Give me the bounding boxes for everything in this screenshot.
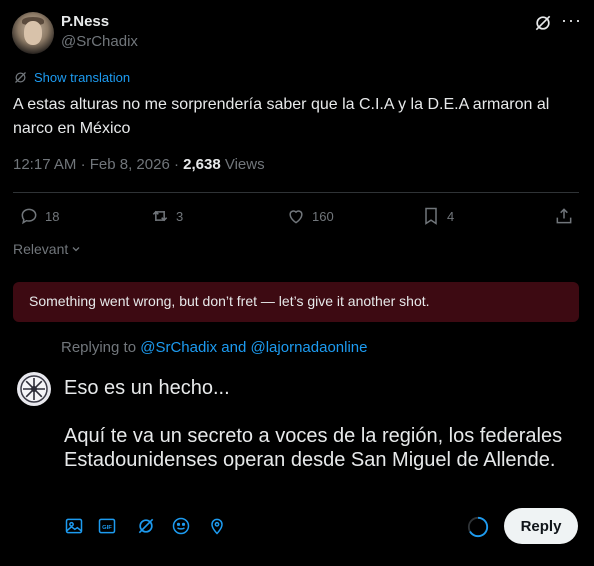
bookmark-icon: [425, 207, 437, 225]
reply-action[interactable]: 18: [19, 206, 59, 226]
bookmark-count: 4: [447, 208, 455, 224]
svg-text:GIF: GIF: [102, 525, 112, 531]
views-label: Views: [224, 156, 265, 173]
grok-icon[interactable]: [533, 13, 553, 33]
replying-to: Replying to @SrChadix and @lajornadaonli…: [61, 339, 367, 356]
repost-count: 3: [176, 208, 184, 224]
reply-textarea[interactable]: Eso es un hecho... Aquí te va un secreto…: [64, 376, 574, 472]
post-date[interactable]: Feb 8, 2026: [90, 156, 170, 173]
post-text: A estas alturas no me sorprendería saber…: [13, 96, 550, 137]
share-action[interactable]: [554, 206, 574, 226]
replying-prefix: Replying to: [61, 339, 137, 356]
bookmark-action[interactable]: 4: [421, 206, 454, 226]
author-name[interactable]: P.Ness: [61, 13, 109, 30]
sort-label: Relevant: [13, 241, 69, 257]
post-meta: 12:17 AM · Feb 8, 2026 · 2,638 Views: [13, 156, 265, 173]
location-icon[interactable]: [207, 516, 227, 536]
grok-tool-icon[interactable]: [136, 516, 156, 536]
post-time[interactable]: 12:17 AM: [13, 156, 76, 173]
show-translation-link[interactable]: Show translation: [13, 70, 130, 85]
replying-to-users[interactable]: @SrChadix and @lajornadaonline: [140, 339, 367, 356]
grok-translate-icon: [15, 72, 26, 83]
avatar-wheel-icon: [20, 375, 48, 403]
gif-icon[interactable]: GIF: [97, 516, 117, 536]
sort-dropdown[interactable]: Relevant: [13, 241, 82, 257]
reply-icon: [21, 208, 37, 225]
author-avatar[interactable]: [12, 12, 54, 54]
views-count: 2,638: [183, 156, 221, 173]
meta-separator: ·: [80, 156, 90, 173]
error-banner: Something went wrong, but don’t fret — l…: [13, 282, 579, 322]
reply-count: 18: [45, 208, 60, 224]
share-icon: [556, 208, 572, 224]
show-translation-label: Show translation: [34, 70, 131, 85]
like-action[interactable]: 160: [286, 206, 334, 226]
repost-icon: [152, 210, 168, 222]
repost-action[interactable]: 3: [150, 206, 183, 226]
meta-separator: ·: [173, 156, 184, 173]
divider-top: [13, 192, 579, 193]
avatar-face: [24, 21, 42, 45]
heart-icon: [289, 210, 303, 224]
author-handle[interactable]: @SrChadix: [61, 33, 138, 50]
image-icon[interactable]: [64, 516, 84, 536]
character-count-ring: [467, 516, 489, 538]
reply-button[interactable]: Reply: [504, 508, 578, 544]
user-avatar[interactable]: [17, 372, 51, 406]
error-message: Something went wrong, but don’t fret — l…: [29, 293, 430, 309]
chevron-down-icon: [72, 247, 80, 252]
like-count: 160: [312, 208, 334, 224]
more-icon[interactable]: ···: [561, 11, 581, 33]
emoji-icon[interactable]: [171, 516, 191, 536]
